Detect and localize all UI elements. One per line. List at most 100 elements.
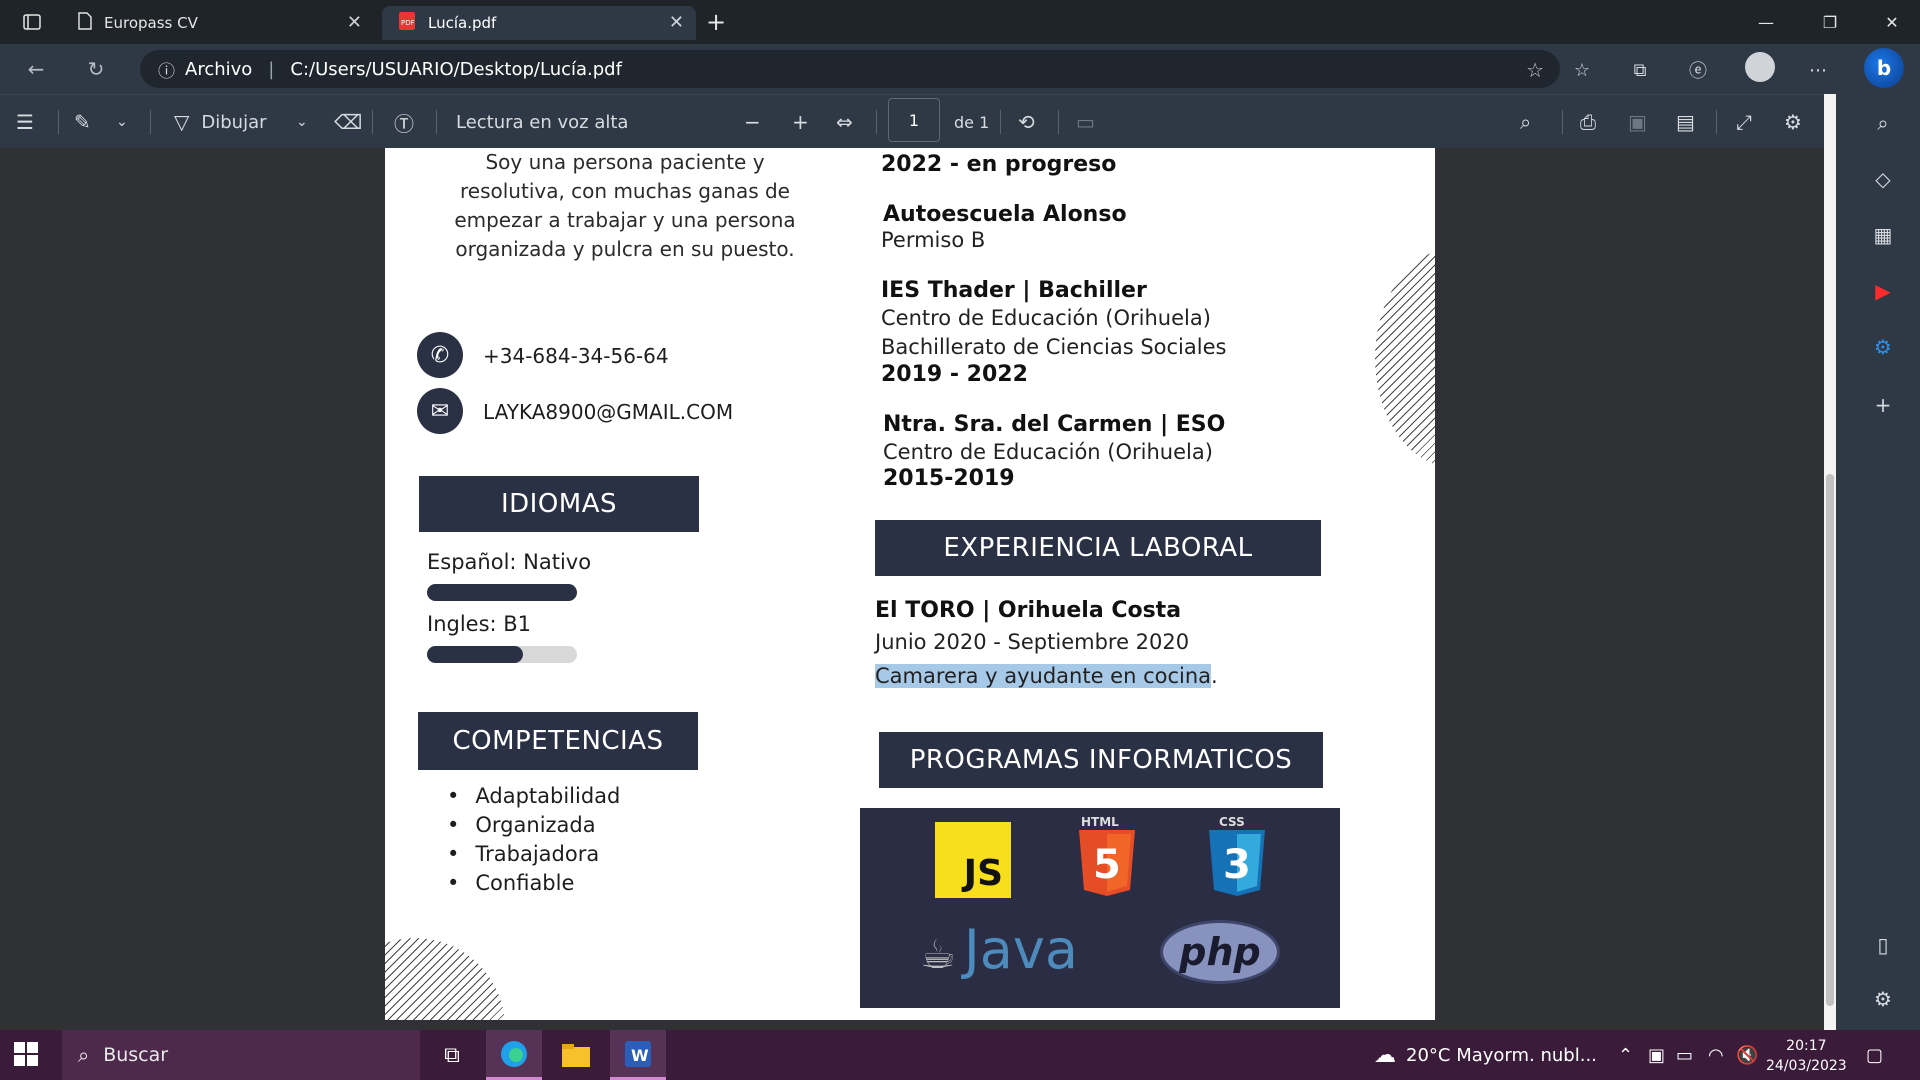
toolbar-divider bbox=[1000, 110, 1001, 134]
system-clock[interactable]: 20:17 24/03/2023 bbox=[1766, 1036, 1847, 1076]
education-title: Ntra. Sra. del Carmen | ESO bbox=[883, 412, 1226, 437]
toolbar-divider bbox=[1562, 110, 1563, 134]
weather-widget[interactable]: ☁ 20°C Mayorm. nubl... bbox=[1374, 1030, 1597, 1080]
language-level-bar bbox=[427, 646, 577, 663]
profile-summary: Soy una persona paciente y resolutiva, c… bbox=[454, 150, 796, 261]
address-bar-row: ← ↻ ⓘ Archivo | C:/Users/USUARIO/Desktop… bbox=[0, 44, 1920, 94]
list-item: Organizada bbox=[447, 811, 620, 840]
windows-taskbar: ⌕ Buscar ⧉ W ☁ 20°C Mayorm. nubl... ⌃ ▣ … bbox=[0, 1030, 1920, 1080]
decorative-circle bbox=[385, 938, 505, 1020]
refresh-icon[interactable]: ↻ bbox=[78, 53, 114, 85]
settings-gear-icon[interactable]: ⚙ bbox=[1784, 95, 1802, 149]
education-detail: Centro de Educación (Orihuela) bbox=[883, 440, 1213, 464]
toolbar-divider bbox=[150, 110, 151, 134]
mail-icon: ✉ bbox=[417, 388, 463, 434]
search-icon[interactable]: ⌕ bbox=[1868, 108, 1898, 138]
profile-avatar[interactable] bbox=[1745, 52, 1775, 82]
list-item: Confiable bbox=[447, 869, 620, 898]
volume-muted-icon[interactable]: 🔇 bbox=[1736, 1030, 1758, 1080]
ie-mode-icon[interactable]: ⓔ bbox=[1680, 54, 1716, 86]
decorative-circle bbox=[1375, 248, 1435, 468]
fullscreen-icon[interactable]: ⤢ bbox=[1736, 95, 1752, 149]
skills-list: Adaptabilidad Organizada Trabajadora Con… bbox=[447, 782, 620, 898]
battery-icon[interactable]: ▭ bbox=[1676, 1030, 1693, 1080]
javascript-logo: JS bbox=[935, 822, 1011, 898]
more-options-icon[interactable]: ⋯ bbox=[1800, 54, 1836, 86]
tab-label: Lucía.pdf bbox=[428, 14, 497, 32]
address-field[interactable]: ⓘ Archivo | C:/Users/USUARIO/Desktop/Luc… bbox=[140, 50, 1560, 88]
rotate-icon[interactable]: ⟲ bbox=[1018, 95, 1035, 149]
page-number-input[interactable]: 1 bbox=[888, 98, 940, 142]
scrollbar-thumb[interactable] bbox=[1826, 474, 1834, 1006]
page-icon bbox=[78, 12, 92, 34]
new-tab-icon[interactable]: + bbox=[706, 8, 726, 36]
draw-button[interactable]: ▽ Dibujar bbox=[174, 95, 267, 149]
chevron-down-icon[interactable]: ⌄ bbox=[296, 95, 308, 149]
show-hidden-icons-icon[interactable]: ⌃ bbox=[1618, 1030, 1633, 1080]
windows-start-icon[interactable] bbox=[14, 1042, 38, 1066]
restore-icon[interactable]: ❐ bbox=[1808, 6, 1852, 38]
wifi-icon[interactable]: ◠ bbox=[1708, 1030, 1724, 1080]
save-as-icon[interactable]: ▤ bbox=[1676, 95, 1695, 149]
back-icon[interactable]: ← bbox=[18, 53, 54, 85]
zoom-in-icon[interactable]: + bbox=[792, 95, 809, 149]
hide-sidebar-icon[interactable]: ▯ bbox=[1868, 930, 1898, 960]
education-title: Autoescuela Alonso bbox=[883, 202, 1127, 227]
meet-now-icon[interactable]: ▣ bbox=[1648, 1030, 1665, 1080]
bing-icon[interactable]: b bbox=[1864, 48, 1904, 88]
programs-heading: PROGRAMAS INFORMATICOS bbox=[879, 732, 1323, 788]
education-detail: Permiso B bbox=[881, 228, 986, 252]
pdf-icon: PDF bbox=[398, 11, 416, 35]
tab-label: Europass CV bbox=[104, 14, 198, 32]
language-level-fill bbox=[427, 646, 523, 663]
tab-lucia-pdf[interactable]: PDF Lucía.pdf ✕ bbox=[382, 6, 696, 40]
office-icon[interactable]: ▦ bbox=[1868, 220, 1898, 250]
list-item: Trabajadora bbox=[447, 840, 620, 869]
fit-page-icon[interactable]: ⇔ bbox=[836, 95, 853, 149]
youtube-icon[interactable]: ▶ bbox=[1868, 276, 1898, 306]
collections-icon[interactable]: ⧉ bbox=[1622, 54, 1658, 86]
svg-text:3: 3 bbox=[1223, 842, 1251, 888]
tab-actions-menu-icon[interactable] bbox=[10, 6, 54, 38]
task-view-icon[interactable]: ⧉ bbox=[424, 1030, 480, 1080]
chevron-down-icon[interactable]: ⌄ bbox=[116, 95, 128, 149]
info-icon[interactable]: ⓘ bbox=[158, 57, 175, 82]
close-window-icon[interactable]: ✕ bbox=[1870, 6, 1914, 38]
css-logo-label: CSS bbox=[1219, 815, 1245, 829]
experience-role: Camarera y ayudante en cocina. bbox=[875, 664, 1218, 688]
phone-icon: ✆ bbox=[417, 332, 463, 378]
print-icon[interactable]: ⎙ bbox=[1580, 95, 1596, 149]
close-tab-icon[interactable]: ✕ bbox=[669, 12, 684, 33]
text-icon[interactable]: Ⓣ bbox=[394, 95, 414, 149]
highlight-icon[interactable]: ✎ bbox=[74, 95, 91, 149]
shopping-icon[interactable]: ◇ bbox=[1868, 164, 1898, 194]
file-explorer-icon[interactable] bbox=[548, 1030, 604, 1080]
notifications-icon[interactable]: ▢ bbox=[1866, 1030, 1883, 1080]
email-address: LAYKA8900@GMAIL.COM bbox=[483, 400, 734, 424]
extension-icon[interactable]: ⚙ bbox=[1868, 332, 1898, 362]
sidebar-settings-icon[interactable]: ⚙ bbox=[1868, 984, 1898, 1014]
add-favorite-icon[interactable]: ☆ bbox=[1526, 58, 1544, 82]
read-aloud-button[interactable]: Lectura en voz alta bbox=[456, 95, 628, 149]
pdf-page: Soy una persona paciente y resolutiva, c… bbox=[385, 148, 1435, 1020]
role-suffix: . bbox=[1211, 664, 1218, 688]
edge-icon[interactable] bbox=[486, 1030, 542, 1080]
word-icon[interactable]: W bbox=[610, 1030, 666, 1080]
contents-icon[interactable]: ☰ bbox=[16, 95, 34, 149]
language-level-fill bbox=[427, 584, 577, 601]
toolbar-divider bbox=[58, 110, 59, 134]
zoom-out-icon[interactable]: − bbox=[744, 95, 761, 149]
favorites-icon[interactable]: ☆ bbox=[1564, 54, 1600, 86]
search-icon[interactable]: ⌕ bbox=[1520, 95, 1531, 149]
toolbar-divider bbox=[436, 110, 437, 134]
toolbar-divider bbox=[1716, 110, 1717, 134]
eraser-icon[interactable]: ⌫ bbox=[334, 95, 362, 149]
toolbar-divider bbox=[876, 110, 877, 134]
url-text: C:/Users/USUARIO/Desktop/Lucía.pdf bbox=[290, 58, 622, 80]
minimize-icon[interactable]: — bbox=[1744, 6, 1788, 38]
taskbar-search-box[interactable]: ⌕ Buscar bbox=[62, 1030, 420, 1080]
close-tab-icon[interactable]: ✕ bbox=[347, 12, 362, 33]
tab-europass-cv[interactable]: Europass CV ✕ bbox=[62, 6, 374, 40]
language-english: Ingles: B1 bbox=[427, 612, 532, 636]
add-sidebar-app-icon[interactable]: + bbox=[1868, 390, 1898, 420]
